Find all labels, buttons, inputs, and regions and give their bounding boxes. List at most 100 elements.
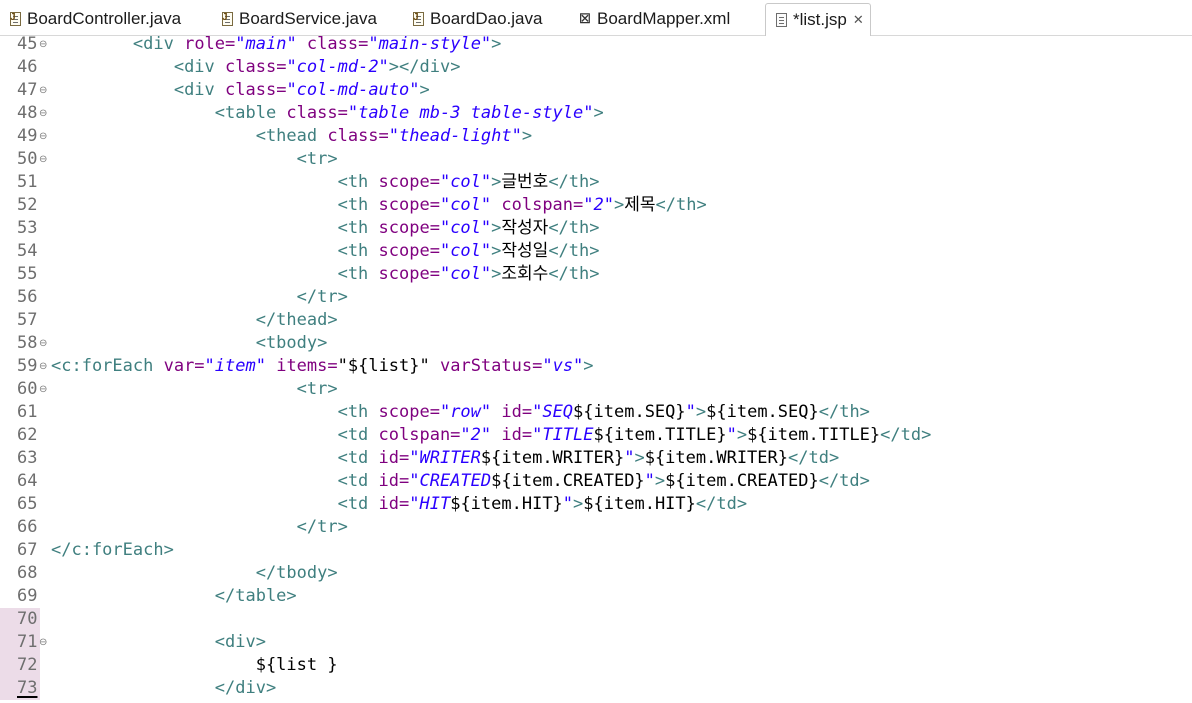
code-line[interactable]: 53 <th scope="col">작성자</th>: [0, 217, 1192, 240]
line-number: 73: [0, 677, 40, 700]
code-line[interactable]: 46 <div class="col-md-2"></div>: [0, 56, 1192, 79]
code-line[interactable]: 55 <th scope="col">조회수</th>: [0, 263, 1192, 286]
code-line[interactable]: 51 <th scope="col">글번호</th>: [0, 171, 1192, 194]
code-line[interactable]: 73 </div>: [0, 677, 1192, 700]
code-line[interactable]: 58 ⊖ <tbody>: [0, 332, 1192, 355]
code-line[interactable]: 60 ⊖ <tr>: [0, 378, 1192, 401]
token-tag: <div: [173, 57, 226, 77]
token-tag: <tr>: [296, 149, 338, 169]
tab-label: BoardController.java: [27, 9, 182, 28]
code-text: </tr>: [51, 286, 348, 309]
code-line[interactable]: 66 </tr>: [0, 516, 1192, 539]
code-editor[interactable]: 45 ⊖ <div role="main" class="main-style">…: [0, 33, 1192, 703]
token-tag: <tr>: [296, 379, 338, 399]
token-tag: <th: [337, 172, 379, 192]
token-text: ${item.HIT}: [583, 494, 696, 514]
code-line[interactable]: 49 ⊖ <thead class="thead-light">: [0, 125, 1192, 148]
code-line[interactable]: 56 </tr>: [0, 286, 1192, 309]
token-tag: <td: [337, 494, 379, 514]
code-text: <c:forEach var="item" items="${list}" va…: [51, 355, 594, 378]
line-number: 70: [0, 608, 40, 631]
token-attr: items=: [265, 356, 338, 376]
tab-list-jsp[interactable]: *list.jsp ✕: [765, 3, 871, 36]
code-text: <thead class="thead-light">: [51, 125, 532, 148]
code-line[interactable]: 68 </tbody>: [0, 562, 1192, 585]
fold-toggle-icon[interactable]: ⊖: [39, 631, 47, 654]
line-number: 61: [17, 402, 38, 422]
code-line[interactable]: 45 ⊖ <div role="main" class="main-style">: [0, 33, 1192, 56]
fold-toggle-icon[interactable]: ⊖: [39, 332, 47, 355]
token-text: ${list }: [255, 655, 338, 675]
token-text: 글번호: [501, 172, 549, 192]
xml-file-icon: ☒: [579, 11, 591, 26]
token-text: ${item.WRITER}: [644, 448, 788, 468]
token-str: ": [624, 448, 635, 468]
code-line[interactable]: 61 <th scope="row" id="SEQ${item.SEQ}">$…: [0, 401, 1192, 424]
code-line[interactable]: 64 <td id="CREATED${item.CREATED}">${ite…: [0, 470, 1192, 493]
token-attr: scope=: [378, 264, 440, 284]
code-text: </tr>: [51, 516, 348, 539]
code-line[interactable]: 69 </table>: [0, 585, 1192, 608]
code-text: </tbody>: [51, 562, 338, 585]
token-str: "SEQ: [532, 402, 574, 422]
code-line[interactable]: 54 <th scope="col">작성일</th>: [0, 240, 1192, 263]
close-tab-icon[interactable]: ✕: [853, 13, 864, 28]
token-tag: >: [736, 425, 748, 445]
line-number: 48: [17, 103, 38, 123]
code-text: <th scope="col" colspan="2">제목</th>: [51, 194, 707, 217]
token-tag: >: [634, 448, 645, 468]
fold-toggle-icon[interactable]: ⊖: [39, 125, 47, 148]
line-number: 51: [17, 172, 38, 192]
code-line[interactable]: 50 ⊖ <tr>: [0, 148, 1192, 171]
fold-toggle-icon[interactable]: ⊖: [39, 79, 47, 102]
token-text: ${item.TITLE}: [593, 425, 727, 445]
code-line[interactable]: 65 <td id="HIT${item.HIT}">${item.HIT}</…: [0, 493, 1192, 516]
code-line[interactable]: 52 <th scope="col" colspan="2">제목</th>: [0, 194, 1192, 217]
token-attr: scope=: [378, 402, 440, 422]
tab-boardservice-java[interactable]: J BoardService.java: [212, 3, 377, 35]
token-tag: </td>: [788, 448, 840, 468]
token-str: "col": [439, 172, 492, 192]
token-str: "2": [460, 425, 492, 445]
code-text: <div role="main" class="main-style">: [51, 33, 502, 56]
token-attr: role=: [184, 34, 236, 54]
token-attr: id=: [378, 471, 410, 491]
code-text: ${list }: [51, 654, 338, 677]
token-text: ${item.HIT}: [450, 494, 563, 514]
token-tag: <div: [173, 80, 226, 100]
token-tag: </th>: [548, 172, 600, 192]
token-attr: class=: [296, 34, 369, 54]
tab-label: BoardMapper.xml: [597, 9, 731, 28]
tab-boardmapper-xml[interactable]: ☒ BoardMapper.xml: [570, 3, 730, 35]
code-line[interactable]: 59 ⊖ <c:forEach var="item" items="${list}"…: [0, 355, 1192, 378]
fold-toggle-icon[interactable]: ⊖: [39, 102, 47, 125]
token-str: "col": [439, 241, 492, 261]
token-text: 작성일: [501, 241, 549, 261]
token-tag: <td: [337, 425, 379, 445]
code-line[interactable]: 63 <td id="WRITER${item.WRITER}">${item.…: [0, 447, 1192, 470]
code-line[interactable]: 48 ⊖ <table class="table mb-3 table-style…: [0, 102, 1192, 125]
fold-toggle-icon[interactable]: ⊖: [39, 355, 47, 378]
code-line[interactable]: 72 ${list }: [0, 654, 1192, 677]
code-line[interactable]: 67 </c:forEach>: [0, 539, 1192, 562]
fold-toggle-icon[interactable]: ⊖: [39, 148, 47, 171]
code-line[interactable]: 47 ⊖ <div class="col-md-auto">: [0, 79, 1192, 102]
code-line[interactable]: 71 ⊖ <div>: [0, 631, 1192, 654]
token-attr: id=: [378, 448, 410, 468]
token-text: ${item.CREATED}: [665, 471, 819, 491]
token-str: "main": [235, 34, 297, 54]
tab-boardcontroller-java[interactable]: J BoardController.java: [0, 3, 181, 35]
line-number: 64: [17, 471, 38, 491]
token-attr: class=: [327, 126, 389, 146]
code-line[interactable]: 57 </thead>: [0, 309, 1192, 332]
token-attr: id=: [491, 425, 533, 445]
fold-toggle-icon[interactable]: ⊖: [39, 378, 47, 401]
token-tag: <td: [337, 448, 379, 468]
tab-boarddao-java[interactable]: J BoardDao.java: [403, 3, 542, 35]
code-line[interactable]: 70: [0, 608, 1192, 631]
token-tag: >: [573, 494, 584, 514]
code-text: <td id="CREATED${item.CREATED}">${item.C…: [51, 470, 870, 493]
fold-toggle-icon[interactable]: ⊖: [39, 33, 47, 56]
line-number: 63: [17, 448, 38, 468]
code-line[interactable]: 62 <td colspan="2" id="TITLE${item.TITLE…: [0, 424, 1192, 447]
